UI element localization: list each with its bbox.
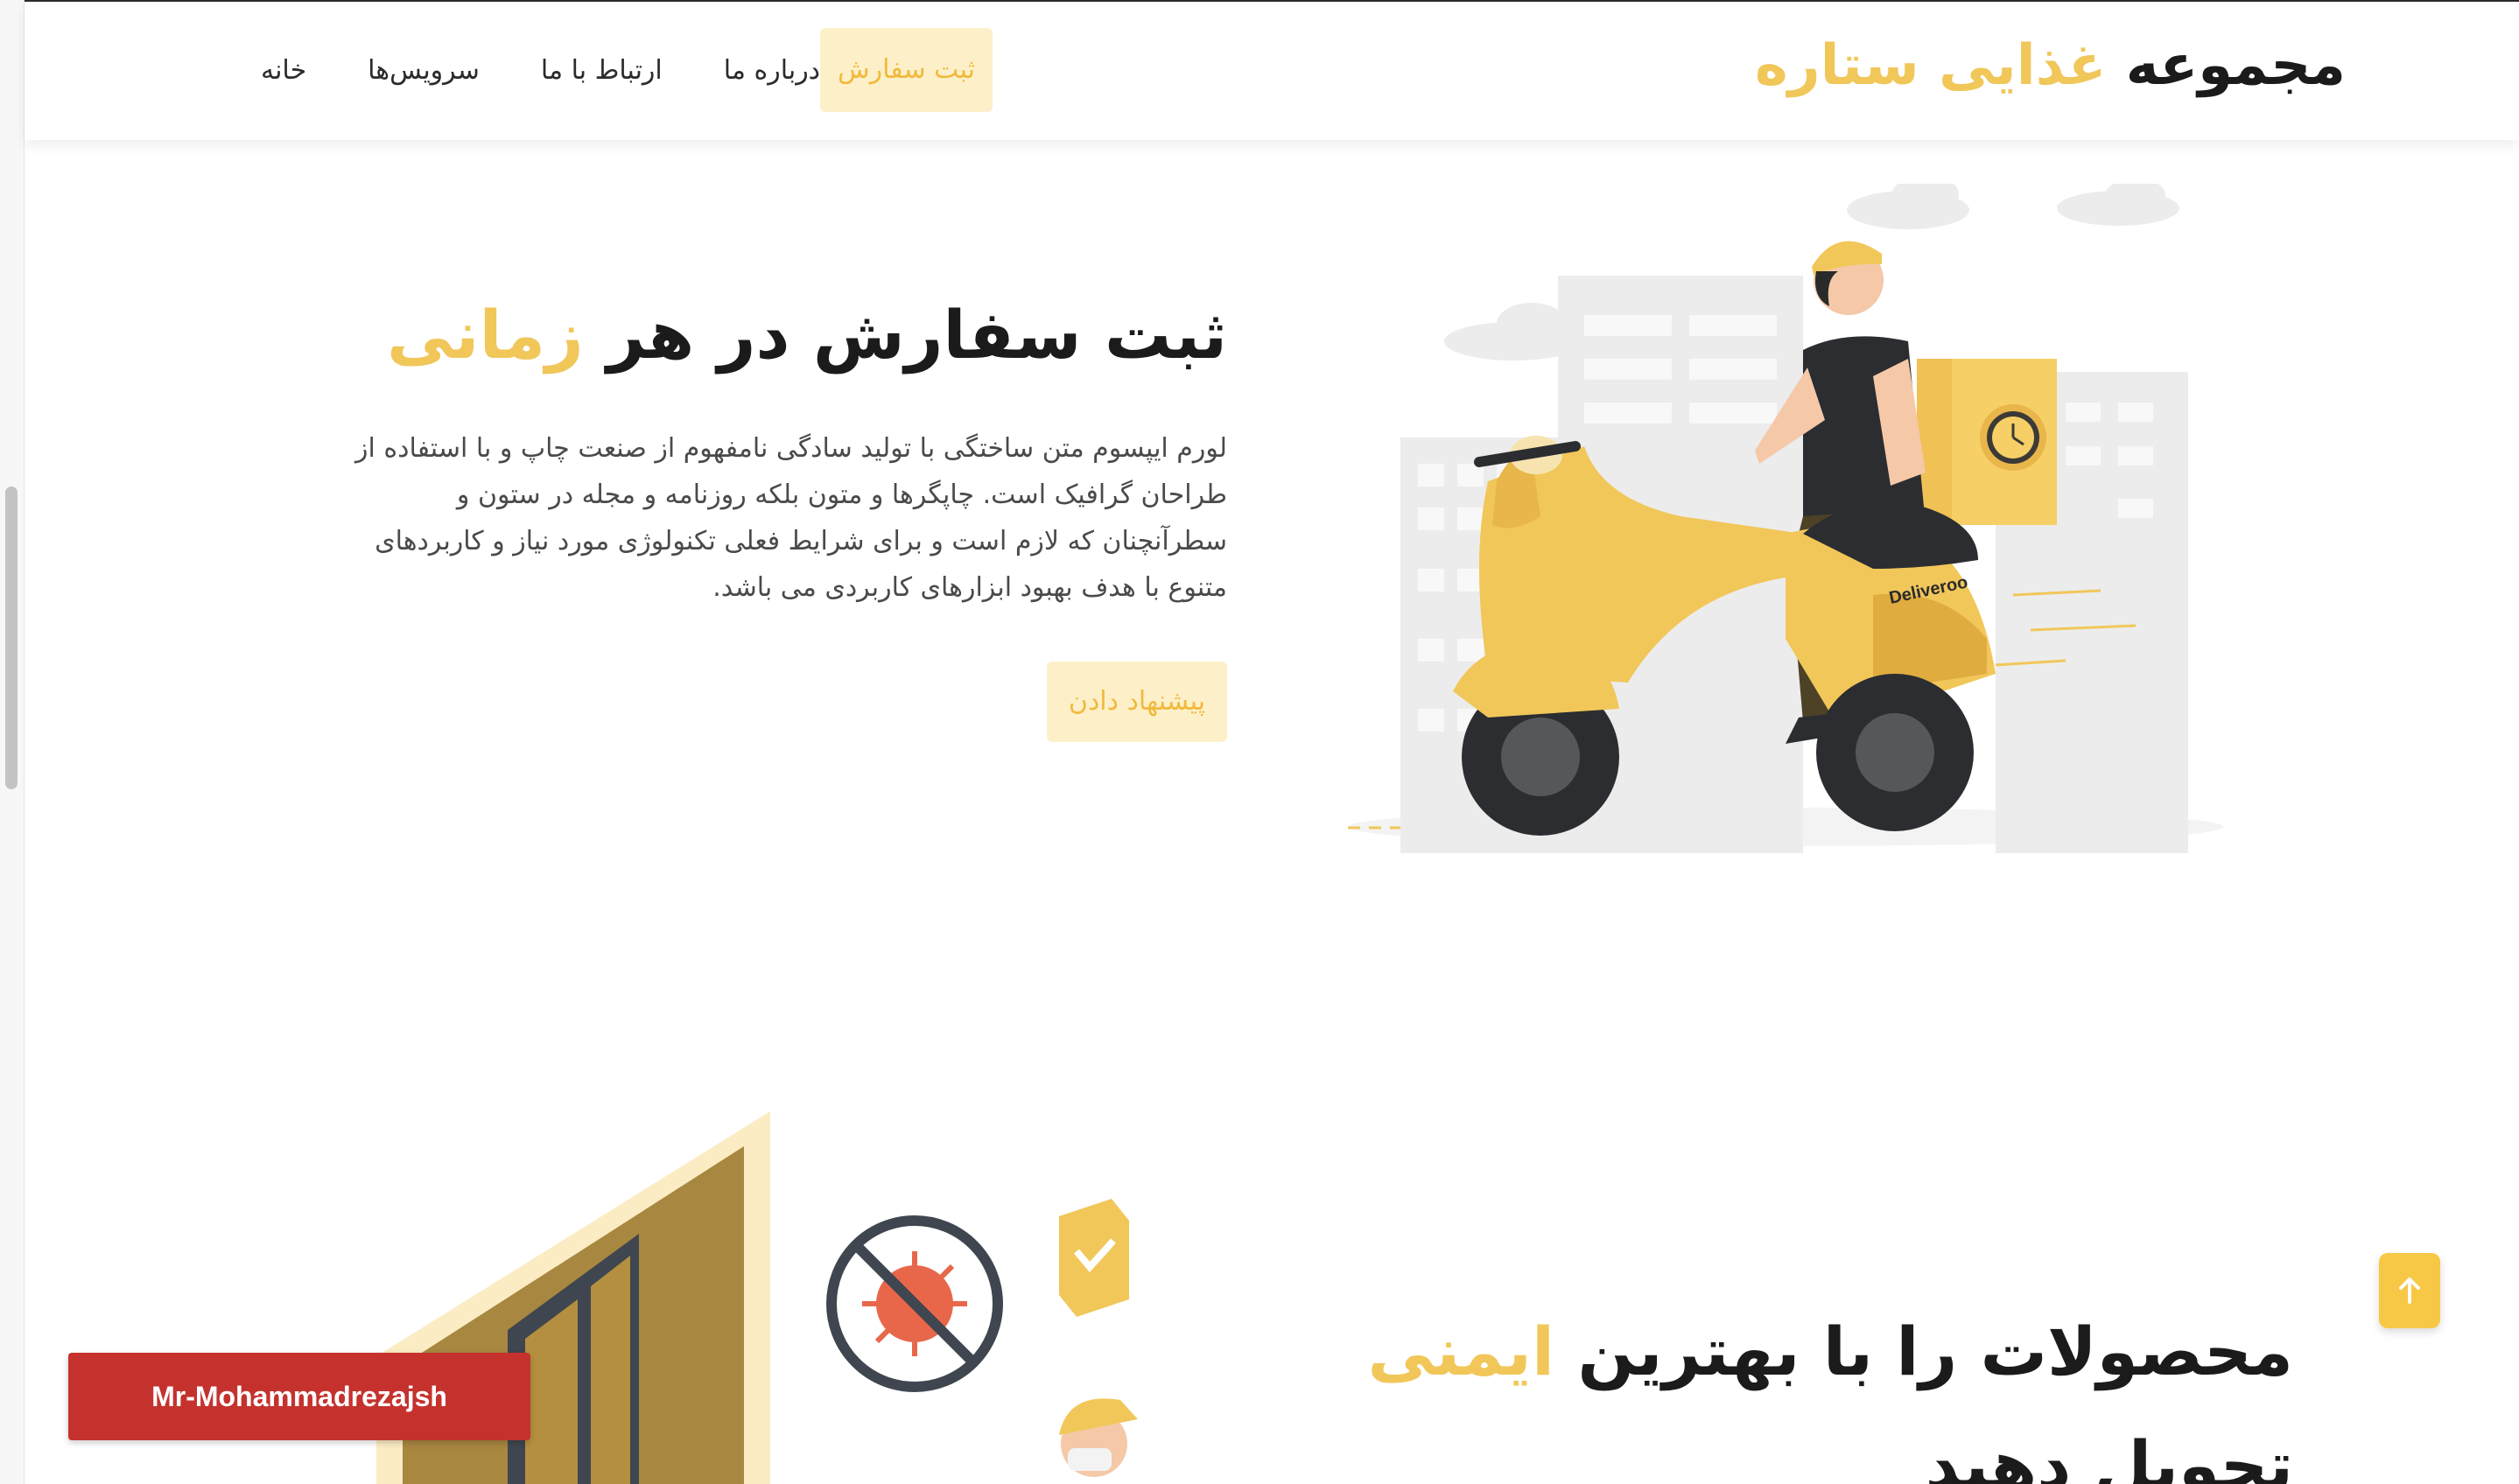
nav-home[interactable]: خانه (261, 55, 306, 86)
hero-title-accent: زمانی (387, 296, 584, 374)
brand-main: مجموعه (2125, 33, 2346, 98)
nav-about[interactable]: درباره ما (724, 55, 820, 86)
delivery-title-part2: تحویل دهید (1925, 1426, 2293, 1484)
delivery-scooter-illustration: Deliveroo (1348, 184, 2223, 853)
section-delivery-title: محصولات را با بهترین ایمنی تحویل دهید (1330, 1295, 2293, 1484)
brand-accent: غذایی ستاره (1755, 33, 2107, 98)
site-header: مجموعه غذایی ستاره خانه سرویس‌ها ارتباط … (25, 2, 2519, 140)
hero-title-main: ثبت سفارش در هر (607, 296, 1227, 374)
author-badge[interactable]: Mr-Mohammadrezajsh (68, 1353, 530, 1440)
main-nav: خانه سرویس‌ها ارتباط با ما درباره ما ثبت… (200, 28, 993, 112)
scrollbar-thumb[interactable] (5, 486, 18, 789)
nav-services[interactable]: سرویس‌ها (368, 55, 480, 86)
delivery-title-accent: ایمنی (1367, 1312, 1554, 1390)
hero-paragraph: لورم ایپسوم متن ساختگی با تولید سادگی نا… (355, 433, 1227, 603)
brand-logo-text[interactable]: مجموعه غذایی ستاره (1755, 33, 2346, 98)
suggest-button[interactable]: پیشنهاد دادن (1047, 662, 1227, 742)
arrow-up-icon (2399, 1278, 2420, 1304)
delivery-title-part1: محصولات را با بهترین (1577, 1312, 2293, 1390)
hero-title: ثبت سفارش در هر زمانی (387, 296, 1227, 374)
back-to-top-button[interactable] (2379, 1253, 2440, 1328)
order-button[interactable]: ثبت سفارش (820, 28, 993, 112)
scrollbar[interactable] (0, 0, 25, 1484)
nav-contact[interactable]: ارتباط با ما (541, 55, 663, 86)
